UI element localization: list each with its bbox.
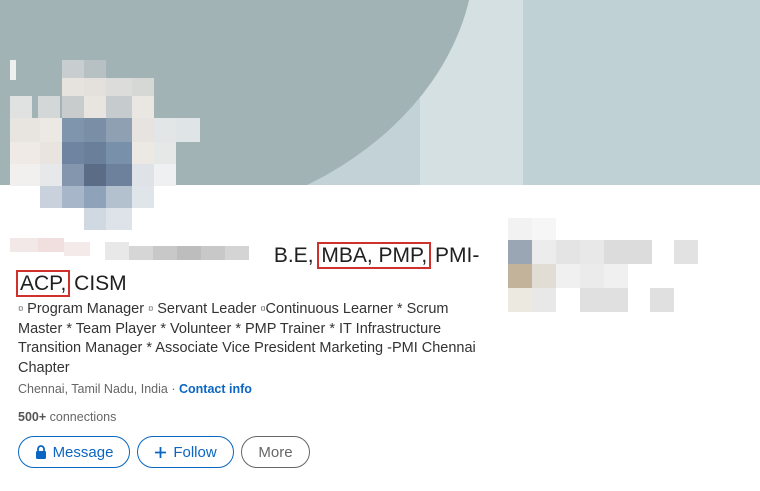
contact-info-link[interactable]: Contact info: [179, 382, 252, 396]
credential-highlight-1: MBA, PMP,: [317, 242, 432, 269]
more-button[interactable]: More: [241, 436, 310, 468]
avatar[interactable]: [0, 45, 210, 260]
connections-line: 500+ connections: [18, 410, 116, 424]
follow-label: Follow: [173, 443, 217, 461]
credential-text-1: PMI-: [435, 244, 480, 267]
lock-icon: [35, 445, 46, 459]
follow-button[interactable]: Follow: [137, 436, 234, 468]
name-suffix: B.E,: [273, 244, 314, 267]
location-text: Chennai, Tamil Nadu, India ·: [18, 382, 176, 396]
message-label: Message: [52, 443, 114, 461]
credential-highlight-2: ACP,: [16, 270, 71, 297]
connections-count: 500+: [18, 410, 47, 424]
profile-name: B.E, MBA, PMP, PMI- ACP, CISM: [16, 242, 498, 298]
more-label: More: [258, 443, 293, 461]
location-line: Chennai, Tamil Nadu, India · Contact inf…: [18, 382, 252, 396]
credential-text-2: CISM: [74, 272, 127, 295]
message-button[interactable]: Message: [18, 436, 130, 468]
connections-label: connections: [49, 410, 117, 424]
plus-icon: [155, 446, 167, 458]
profile-headline: ▫ Program Manager ▫ Servant Leader ▫Cont…: [18, 301, 476, 376]
experience-panel-redacted: [508, 218, 698, 313]
